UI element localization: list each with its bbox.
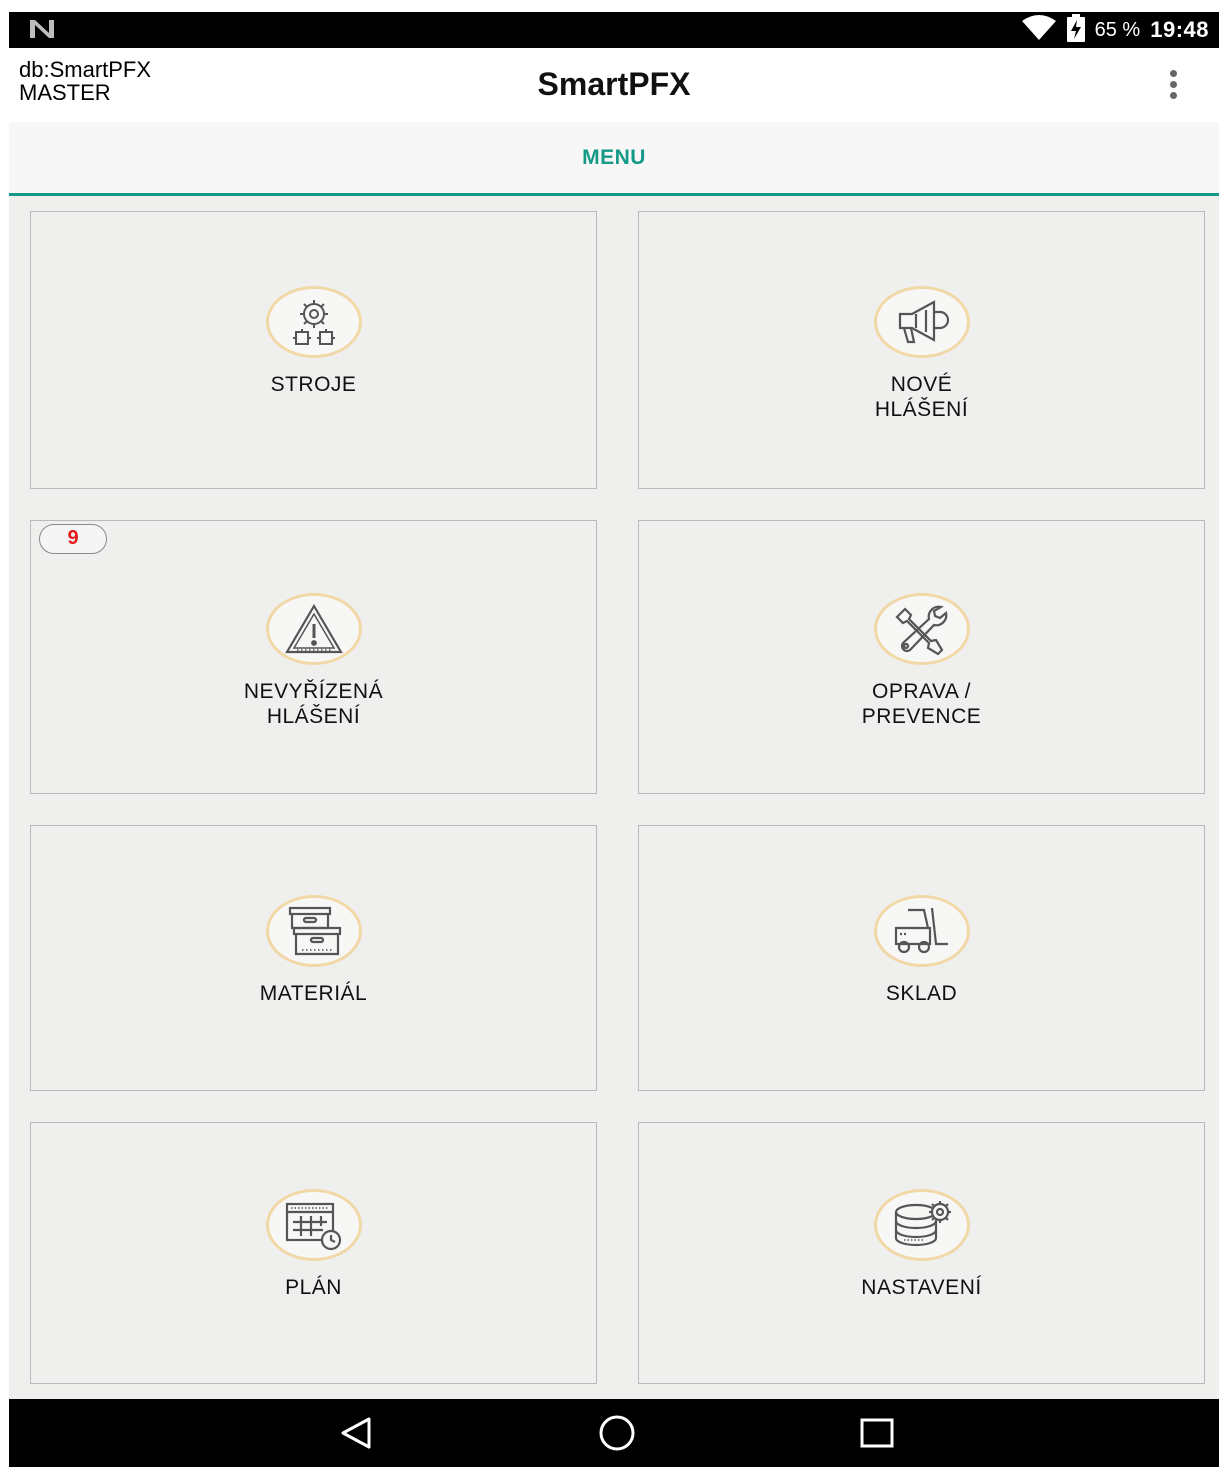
menu-tile-label: PLÁN [285,1276,342,1299]
menu-tile-label: STROJE [270,373,357,396]
menu-tile-nastaveni[interactable]: NASTAVENÍ [638,1122,1205,1384]
wifi-icon [1021,14,1057,46]
database-settings-icon [873,1189,970,1261]
battery-percent: 65 % [1094,18,1141,41]
pending-count-badge: 9 [39,524,107,554]
menu-tile-label: MATERIÁL [259,982,368,1005]
battery-charging-icon [1066,13,1085,47]
menu-tile-plan[interactable]: PLÁN [30,1122,597,1384]
status-bar: 65 % 19:48 [9,12,1219,48]
tab-menu[interactable]: MENU [9,146,1219,170]
menu-tile-label: PREVENCE [861,705,982,728]
menu-tile-label: HLÁŠENÍ [874,398,969,421]
calendar-clock-icon [265,1189,362,1261]
back-icon[interactable] [339,1415,375,1456]
home-icon[interactable] [597,1415,637,1456]
tab-bar: MENU [9,122,1219,196]
more-vert-icon[interactable] [1167,70,1179,100]
menu-tile-label: OPRAVA / [872,680,971,703]
menu-tile-label: SKLAD [885,982,958,1005]
menu-tile-label: NEVYŘÍZENÁ [243,680,384,703]
notification-n-icon [27,16,57,47]
menu-tile-label: NASTAVENÍ [861,1276,982,1299]
recents-icon[interactable] [859,1415,895,1456]
warning-icon [265,593,362,665]
menu-tile-label: NOVÉ [890,373,953,396]
tools-icon [873,593,970,665]
app-header: db:SmartPFX MASTER SmartPFX [9,48,1219,122]
menu-tile-nevyrizena-hlaseni[interactable]: 9 NEVYŘÍZENÁ HLÁŠENÍ [30,520,597,794]
forklift-icon [873,895,970,967]
menu-tile-oprava-prevence[interactable]: OPRAVA / PREVENCE [638,520,1205,794]
megaphone-icon [873,286,970,358]
menu-tile-material[interactable]: MATERIÁL [30,825,597,1091]
menu-tile-label: HLÁŠENÍ [266,705,361,728]
menu-tile-stroje[interactable]: STROJE [30,211,597,489]
clock: 19:48 [1150,17,1209,42]
gears-icon [265,286,362,358]
boxes-icon [265,895,362,967]
app-title: SmartPFX [537,66,691,102]
navigation-bar [9,1399,1219,1467]
menu-tile-sklad[interactable]: SKLAD [638,825,1205,1091]
menu-grid: STROJE NOVÉ HLÁŠENÍ 9 NEVYŘÍZENÁ HLÁŠENÍ… [9,196,1219,1399]
menu-tile-nove-hlaseni[interactable]: NOVÉ HLÁŠENÍ [638,211,1205,489]
